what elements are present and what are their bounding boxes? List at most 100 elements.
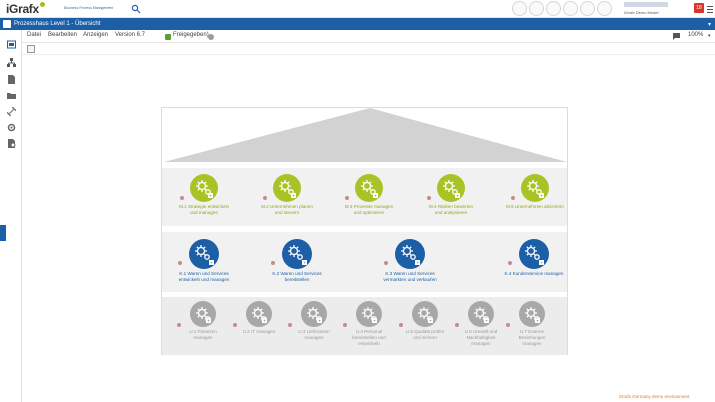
comment-icon[interactable] xyxy=(673,33,680,40)
environment-note: iGrafx Germany demo environment xyxy=(619,394,690,399)
report-icon[interactable] xyxy=(7,139,16,148)
process-house: + M.1 Strategie entwickeln und managen + M.2… xyxy=(161,107,568,355)
sidebar-expand-handle[interactable] xyxy=(0,225,6,241)
process-m5[interactable]: + M.5 Unternehmen absichern xyxy=(495,174,575,210)
gear-icon[interactable] xyxy=(7,123,16,132)
plus-icon[interactable]: + xyxy=(484,318,489,323)
menu-bar: Datei Bearbeiten Anzeigen Version 6.7 Fr… xyxy=(22,30,715,43)
menu-datei[interactable]: Datei xyxy=(27,32,41,38)
zoom-level[interactable]: 100% xyxy=(688,32,703,38)
document-icon[interactable] xyxy=(7,75,16,84)
plus-icon[interactable]: + xyxy=(539,260,544,265)
process-label: K.1 Waren und Services entwickeln und man… xyxy=(178,271,230,282)
plus-icon[interactable]: + xyxy=(455,193,460,198)
gear-icon: + xyxy=(301,301,327,327)
diagram-title: Prozesshaus Level 1 - Übersicht xyxy=(14,21,101,27)
process-label: K.4 Kundenservice managen xyxy=(504,271,564,276)
menu-icon[interactable] xyxy=(706,4,714,14)
house-roof xyxy=(164,108,567,162)
gear-icon: + xyxy=(282,239,312,269)
igrafx-logo[interactable]: iGrafx xyxy=(6,2,45,16)
risk-marker-icon xyxy=(399,323,403,327)
plus-icon[interactable]: + xyxy=(206,318,211,323)
search-icon[interactable] xyxy=(131,4,141,14)
process-label: K.2 Waren und Services bereitstellen xyxy=(272,271,322,282)
risk-marker-icon xyxy=(178,261,182,265)
gear-icon: + xyxy=(273,174,301,202)
process-k1[interactable]: + K.1 Waren und Services entwickeln und ma… xyxy=(164,239,244,283)
user-name-redacted xyxy=(624,2,668,7)
plus-icon[interactable]: + xyxy=(291,193,296,198)
gear-icon: + xyxy=(355,174,383,202)
process-label: M.2 Unternehmen planen und steuern xyxy=(261,204,313,215)
plus-icon[interactable]: + xyxy=(428,318,433,323)
chevron-down-icon[interactable]: ▾ xyxy=(708,33,711,39)
chevron-down-icon[interactable]: ▾ xyxy=(708,21,711,28)
plus-icon[interactable]: + xyxy=(372,318,377,323)
gear-icon: + xyxy=(519,239,549,269)
gear-icon: + xyxy=(468,301,494,327)
user-model-label: iGrafx Demo Model xyxy=(624,10,659,15)
home-nav-icon[interactable] xyxy=(529,1,544,16)
diagram-title-bar: Prozesshaus Level 1 - Übersicht ▾ xyxy=(0,18,715,30)
process-k3[interactable]: + K.3 Waren und Services vermarkten und ve… xyxy=(370,239,450,283)
release-status-icon xyxy=(165,34,171,40)
hierarchy-icon[interactable] xyxy=(7,58,16,67)
plus-icon[interactable]: + xyxy=(535,318,540,323)
filter-nav-icon[interactable] xyxy=(580,1,595,16)
release-status-label: Freigegeben) xyxy=(173,32,209,38)
risk-marker-icon xyxy=(271,261,275,265)
process-m3[interactable]: + M.3 Prozesse managen und optimieren xyxy=(329,174,409,216)
tasks-nav-icon[interactable] xyxy=(563,1,578,16)
gear-icon: + xyxy=(521,174,549,202)
process-label: M.1 Strategie entwickeln und managen xyxy=(178,204,230,215)
plus-icon[interactable]: + xyxy=(209,260,214,265)
process-label: M.3 Prozesse managen und optimieren xyxy=(344,204,394,215)
logo-tagline: Business Process Management xyxy=(64,6,114,10)
risk-marker-icon xyxy=(343,323,347,327)
plus-icon[interactable]: + xyxy=(539,193,544,198)
fit-view-button[interactable] xyxy=(27,45,35,53)
risk-marker-icon xyxy=(177,323,181,327)
network-nav-icon[interactable] xyxy=(512,1,527,16)
diagram-canvas: + M.1 Strategie entwickeln und managen + M.2… xyxy=(22,55,715,402)
plus-icon[interactable]: + xyxy=(373,193,378,198)
user-account[interactable]: iGrafx Demo Model xyxy=(624,1,694,17)
info-icon[interactable] xyxy=(208,34,214,40)
process-k2[interactable]: + K.2 Waren und Services bereitstellen xyxy=(257,239,337,283)
plus-icon[interactable]: + xyxy=(302,260,307,265)
risk-marker-icon xyxy=(427,196,431,200)
folder-icon[interactable] xyxy=(7,91,16,100)
plus-icon[interactable]: + xyxy=(317,318,322,323)
plus-icon[interactable]: + xyxy=(208,193,213,198)
risk-marker-icon xyxy=(508,261,512,265)
gear-icon: + xyxy=(356,301,382,327)
risk-marker-icon xyxy=(180,196,184,200)
risk-marker-icon xyxy=(506,323,510,327)
menu-bearbeiten[interactable]: Bearbeiten xyxy=(48,32,77,38)
gear-icon: + xyxy=(246,301,272,327)
process-label: M.4 Risiken bewerten und analysieren xyxy=(428,204,474,215)
flag-nav-icon[interactable] xyxy=(546,1,561,16)
process-u7[interactable]: + U.7 Externe Beziehungen managen xyxy=(492,301,572,347)
image-view-icon[interactable] xyxy=(7,40,16,49)
risk-marker-icon xyxy=(263,196,267,200)
report-nav-icon[interactable] xyxy=(597,1,612,16)
gear-icon: + xyxy=(395,239,425,269)
version-label: Version 6.7 xyxy=(115,32,146,38)
menu-anzeigen[interactable]: Anzeigen xyxy=(83,32,108,38)
risk-marker-icon xyxy=(345,196,349,200)
notification-badge[interactable]: 18 xyxy=(694,3,704,13)
process-m2[interactable]: + M.2 Unternehmen planen und steuern xyxy=(247,174,327,216)
plus-icon[interactable]: + xyxy=(262,318,267,323)
risk-marker-icon xyxy=(384,261,388,265)
plus-icon[interactable]: + xyxy=(415,260,420,265)
diagram-icon xyxy=(3,20,11,28)
top-header: iGrafx Business Process Management iGraf… xyxy=(0,0,715,18)
process-label: U.7 Externe Beziehungen managen xyxy=(518,329,546,346)
link-icon[interactable] xyxy=(7,107,16,116)
process-k4[interactable]: + K.4 Kundenservice managen xyxy=(494,239,574,277)
process-m1[interactable]: + M.1 Strategie entwickeln und managen xyxy=(164,174,244,216)
gear-icon: + xyxy=(412,301,438,327)
process-m4[interactable]: + M.4 Risiken bewerten und analysieren xyxy=(411,174,491,216)
